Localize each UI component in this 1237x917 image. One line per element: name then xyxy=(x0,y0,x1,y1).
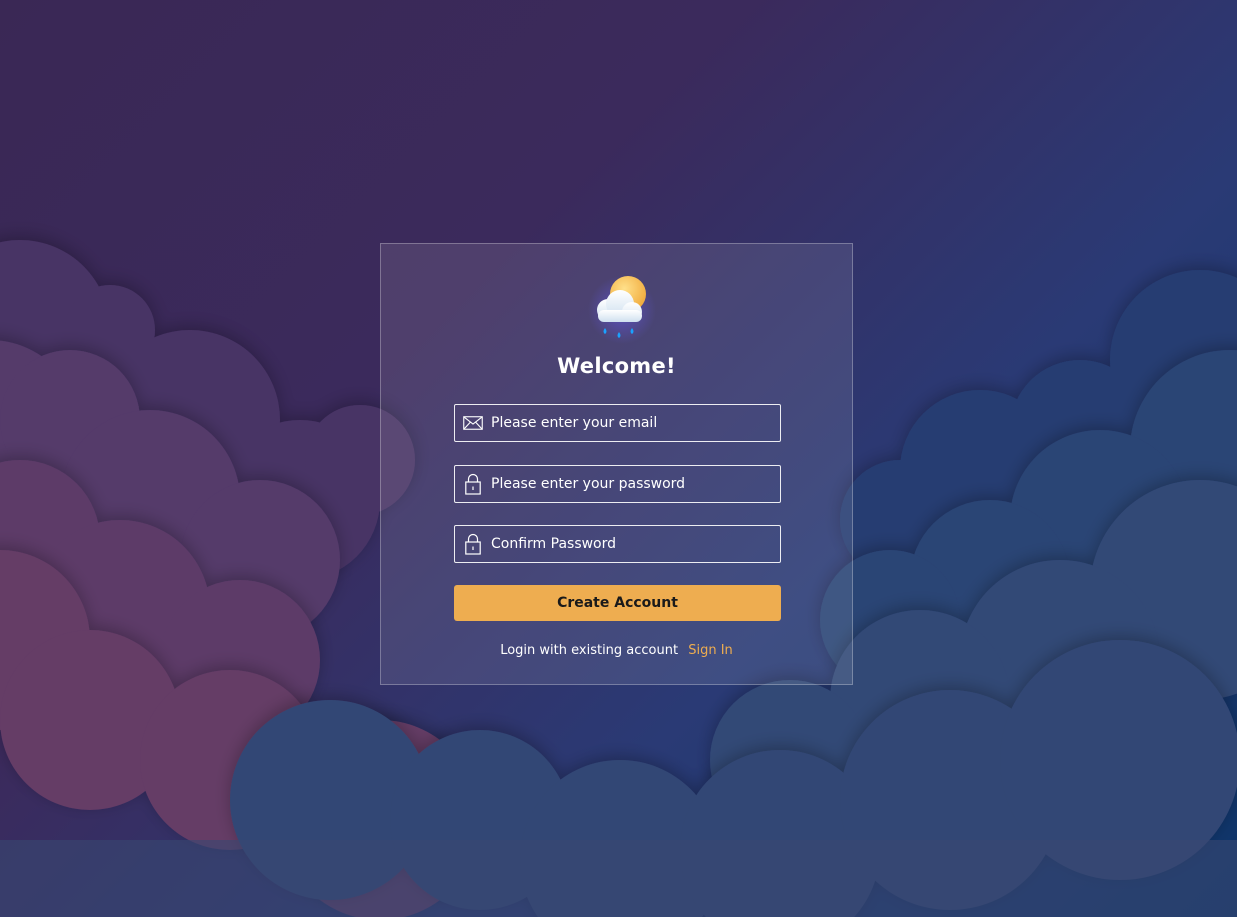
lock-icon xyxy=(455,466,491,502)
password-field[interactable] xyxy=(454,465,781,503)
signin-prompt: Login with existing account Sign In xyxy=(381,643,852,658)
email-input[interactable] xyxy=(491,406,780,440)
cloud-sun-rain-icon xyxy=(588,276,656,344)
email-field[interactable] xyxy=(454,404,781,442)
lock-icon xyxy=(455,526,491,562)
confirm-password-field[interactable] xyxy=(454,525,781,563)
sign-in-link[interactable]: Sign In xyxy=(688,643,733,658)
password-input[interactable] xyxy=(491,467,780,501)
page-title: Welcome! xyxy=(557,354,676,378)
signup-card: Welcome! Please enter your email Create … xyxy=(380,243,853,685)
mail-icon xyxy=(455,405,491,441)
confirm-password-input[interactable] xyxy=(491,527,780,561)
signin-prompt-text: Login with existing account xyxy=(500,643,679,658)
create-account-button[interactable]: Create Account xyxy=(454,585,781,621)
